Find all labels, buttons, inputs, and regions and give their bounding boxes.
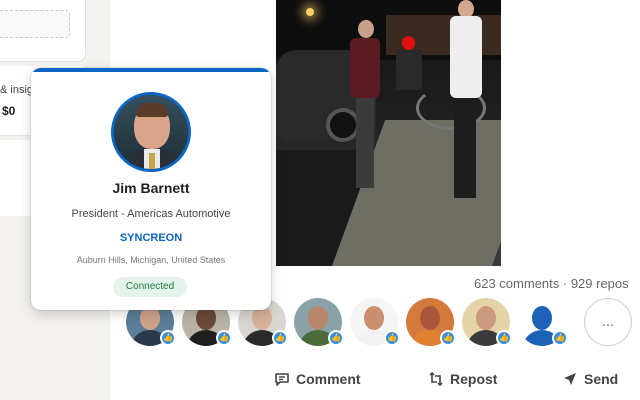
repost-button[interactable]: Repost	[428, 368, 497, 390]
reactor-avatar[interactable]: 👍	[462, 298, 512, 346]
like-icon: 👍	[496, 330, 512, 346]
left-input-box[interactable]	[0, 10, 70, 38]
insights-amount: $0	[2, 104, 16, 118]
comment-label: Comment	[296, 371, 361, 387]
social-counts[interactable]: 623 comments · 929 repos	[474, 276, 629, 291]
left-card-top	[0, 0, 86, 62]
post-actions: Comment Repost Send	[110, 362, 640, 396]
send-label: Send	[584, 371, 619, 387]
like-icon: 👍	[384, 330, 400, 346]
reactor-avatar[interactable]: 👍	[518, 298, 568, 346]
like-icon: 👍	[552, 330, 568, 346]
like-icon: 👍	[328, 330, 344, 346]
like-icon: 👍	[160, 330, 176, 346]
profile-name[interactable]: Jim Barnett	[31, 180, 271, 196]
comment-button[interactable]: Comment	[274, 368, 361, 390]
profile-hover-card[interactable]: Jim Barnett President - Americas Automot…	[31, 68, 271, 310]
like-icon: 👍	[440, 330, 456, 346]
profile-location: Auburn Hills, Michigan, United States	[76, 255, 226, 265]
reactor-avatar[interactable]: 👍	[406, 298, 456, 346]
card-accent-bar	[31, 68, 271, 72]
send-button[interactable]: Send	[562, 368, 618, 390]
repost-icon	[429, 371, 443, 387]
profile-company[interactable]: SYNCREON	[31, 232, 271, 244]
profile-headline: President - Americas Automotive	[71, 208, 231, 220]
reactor-avatar[interactable]: 👍	[350, 298, 400, 346]
post-image[interactable]	[276, 0, 501, 266]
avatar[interactable]	[111, 92, 191, 172]
like-icon: 👍	[272, 330, 288, 346]
send-icon	[564, 373, 576, 385]
connection-status-badge: Connected	[113, 277, 187, 297]
comment-icon	[275, 373, 289, 386]
repost-label: Repost	[450, 371, 498, 387]
reactor-avatar[interactable]: 👍	[294, 298, 344, 346]
more-reactors-button[interactable]: ...	[584, 298, 632, 346]
like-icon: 👍	[216, 330, 232, 346]
insights-label: & insig	[0, 84, 34, 96]
